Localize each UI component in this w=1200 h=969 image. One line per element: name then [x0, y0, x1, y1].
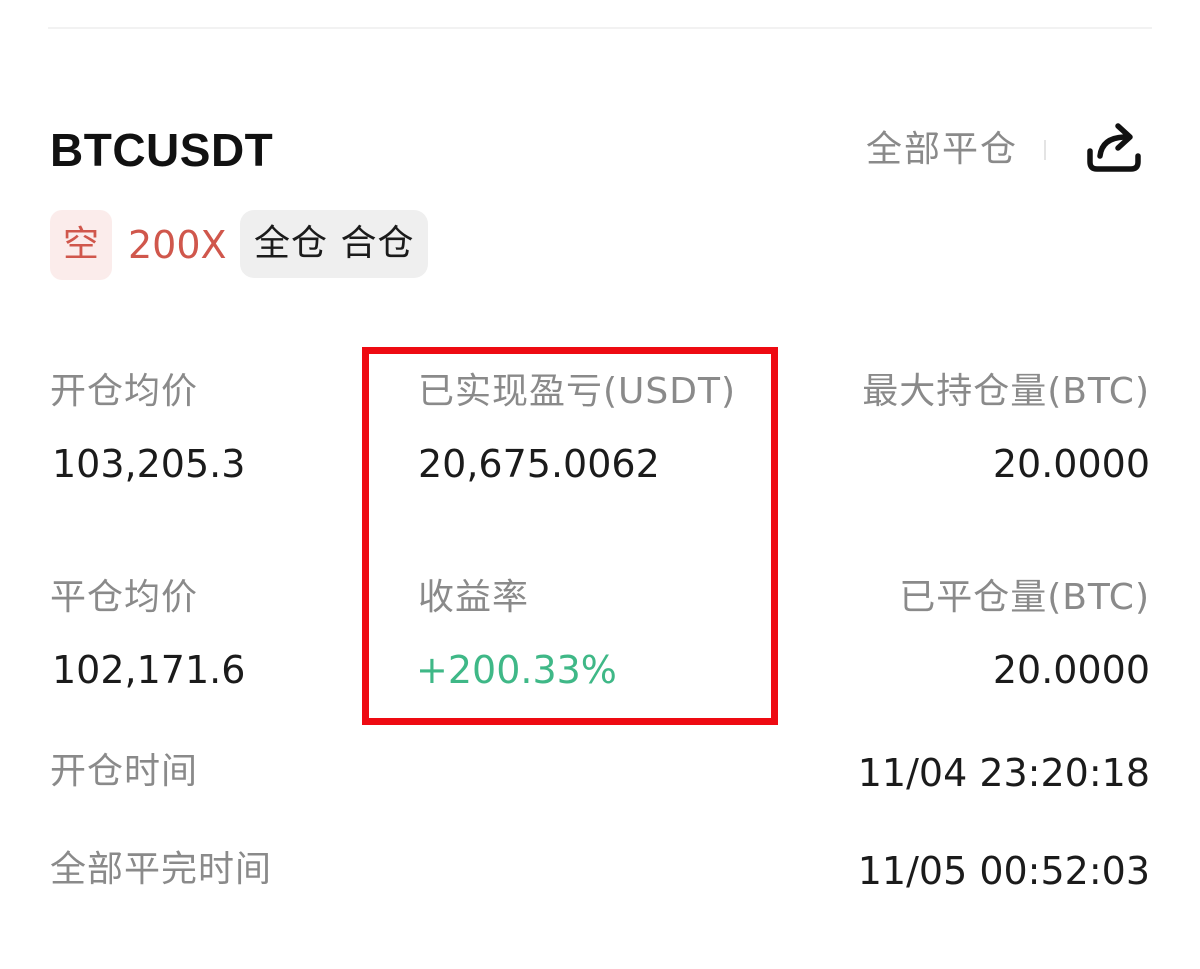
roi-value: +200.33%: [416, 648, 617, 692]
max-position-label: 最大持仓量(BTC): [862, 371, 1150, 412]
full-close-time-value: 11/05 00:52:03: [857, 849, 1150, 893]
open-time-value: 11/04 23:20:18: [857, 751, 1150, 795]
position-header: BTCUSDT 全部平仓: [50, 118, 1150, 182]
open-time-label: 开仓时间: [50, 751, 199, 792]
share-icon[interactable]: [1082, 118, 1142, 178]
max-position-value: 20.0000: [992, 442, 1150, 486]
realized-pnl-value: 20,675.0062: [418, 442, 660, 486]
header-divider: [1044, 140, 1046, 160]
closed-volume-value: 20.0000: [992, 648, 1150, 692]
symbol-title: BTCUSDT: [50, 124, 274, 176]
closed-volume-label: 已平仓量(BTC): [899, 577, 1150, 618]
close-avg-price-label: 平仓均价: [50, 577, 199, 618]
margin-mode-badge: 全仓 合仓: [240, 210, 429, 278]
realized-pnl-label: 已实现盈亏(USDT): [418, 371, 737, 412]
roi-label: 收益率: [418, 577, 530, 618]
open-avg-price-value: 103,205.3: [52, 442, 246, 486]
full-close-time-label: 全部平完时间: [50, 849, 273, 890]
open-avg-price-label: 开仓均价: [50, 371, 199, 412]
direction-badge: 空: [50, 210, 112, 280]
leverage-label: 200X: [128, 223, 227, 267]
close-all-button[interactable]: 全部平仓: [866, 128, 1018, 172]
top-divider: [48, 27, 1152, 29]
close-avg-price-value: 102,171.6: [52, 648, 246, 692]
